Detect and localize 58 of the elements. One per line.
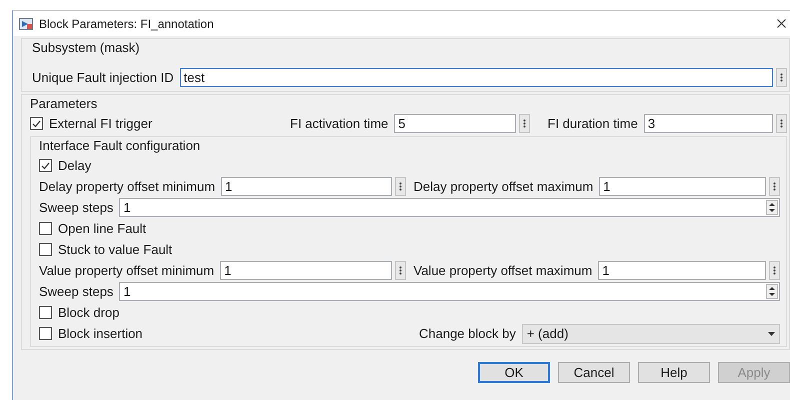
input-field[interactable]: 1 [598,261,766,280]
input-field[interactable]: 1 [599,177,766,196]
checkbox-label: Block insertion [58,326,143,341]
window-title: Block Parameters: FI_annotation [39,16,215,30]
checkbox-label: External FI trigger [49,116,152,131]
input-field[interactable]: 3 [644,114,773,133]
block-icon [19,18,33,30]
caret-icon [768,332,775,336]
checkbox[interactable] [39,306,52,319]
more-icon [780,73,783,82]
field-label: FI duration time [548,116,638,131]
dialog-button[interactable]: Help [638,362,710,383]
spinner-icon[interactable] [766,200,778,215]
input-field[interactable]: test [180,68,773,87]
dialog-button[interactable]: OK [478,362,550,383]
options-button[interactable] [776,68,787,87]
options-button[interactable] [769,177,780,196]
checkbox[interactable] [30,117,43,130]
field-label: Delay property offset maximum [414,179,594,194]
checkbox-label: Delay [58,158,92,173]
more-icon [780,119,783,128]
spinner-icon[interactable] [766,284,778,299]
field-label: Sweep steps [39,284,114,299]
checkbox[interactable] [39,222,52,235]
section-title: Interface Fault configuration [39,137,202,155]
options-button[interactable] [518,114,530,133]
more-icon [773,266,776,275]
section-title: Parameters [30,95,98,113]
spin-field[interactable]: 1 [119,198,780,217]
more-icon [773,182,776,191]
options-button[interactable] [394,261,406,280]
field-label: Sweep steps [39,200,114,215]
spin-field[interactable]: 1 [119,282,780,301]
more-icon [398,266,402,275]
checkbox-label: Stuck to value Fault [58,242,172,257]
field-label: Change block by [419,326,516,341]
field-label: Unique Fault injection ID [32,70,174,85]
dialog-button[interactable]: Cancel [558,362,630,383]
input-field[interactable]: 1 [221,177,392,196]
options-button[interactable] [769,261,780,280]
field-label: Value property offset maximum [414,263,592,278]
options-button[interactable] [394,177,406,196]
checkbox[interactable] [39,327,52,340]
checkbox-label: Block drop [58,305,120,320]
options-button[interactable] [776,114,787,133]
input-field[interactable]: 5 [394,114,516,133]
dropdown[interactable]: + (add) [522,324,780,344]
checkbox-label: Open line Fault [58,221,146,236]
field-label: Value property offset minimum [39,263,214,278]
close-icon[interactable] [777,19,786,28]
checkbox[interactable] [39,159,52,172]
more-icon [522,119,526,128]
field-label: Delay property offset minimum [39,179,216,194]
checkbox[interactable] [39,243,52,256]
field-label: FI activation time [290,116,388,131]
input-field[interactable]: 1 [220,261,392,280]
more-icon [398,182,402,191]
section-title: Subsystem (mask) [32,39,141,57]
